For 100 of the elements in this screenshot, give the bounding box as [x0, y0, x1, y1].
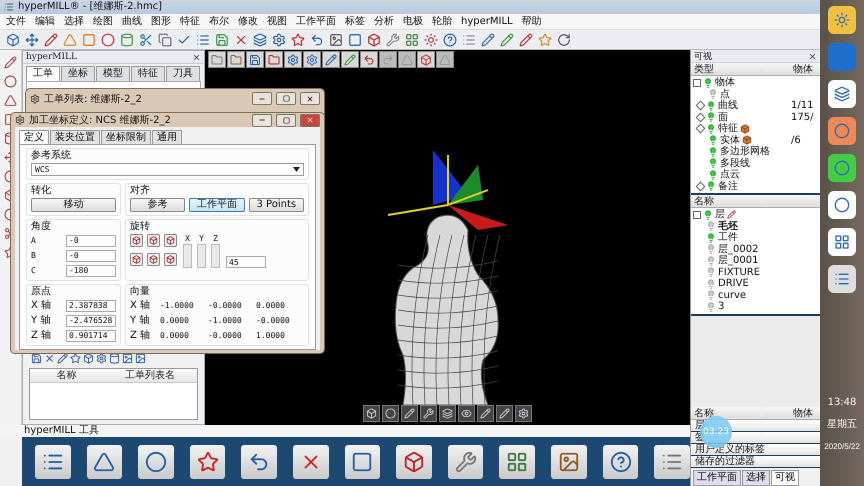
dialog-tab[interactable]: 通用 [152, 130, 182, 144]
save-icon[interactable] [31, 352, 42, 364]
lightbulb-icon[interactable] [706, 100, 716, 111]
panel-tab[interactable]: 特征 [131, 66, 165, 81]
move-button[interactable]: 移动 [31, 198, 116, 212]
cube-icon[interactable] [6, 32, 20, 46]
column-header[interactable]: 工单列表名 [102, 369, 197, 383]
pencil-icon[interactable] [4, 56, 17, 69]
tool-button[interactable] [190, 444, 226, 478]
menu-item[interactable]: 选择 [64, 14, 84, 28]
copy-icon[interactable] [158, 32, 172, 46]
taskbar-app-button[interactable] [828, 154, 856, 182]
lightbulb-icon[interactable] [708, 89, 718, 100]
list-icon[interactable] [196, 32, 210, 46]
dialog-tab[interactable]: 定义 [19, 130, 49, 144]
cube-icon[interactable] [83, 352, 94, 364]
toolbar-button[interactable] [322, 51, 340, 68]
tool-button[interactable] [241, 444, 278, 478]
square-icon[interactable] [82, 32, 96, 46]
minimize-button[interactable] [252, 114, 272, 126]
rotate-cube-button[interactable] [147, 253, 160, 266]
rotate-cube-button[interactable] [130, 253, 143, 266]
column-header[interactable]: 类型 [691, 63, 790, 76]
toolbar-button[interactable] [208, 51, 226, 68]
star-icon[interactable] [538, 32, 552, 46]
minimize-button[interactable] [252, 92, 272, 105]
circle-icon[interactable] [4, 75, 17, 88]
circle-icon[interactable] [101, 32, 115, 46]
panel-tab[interactable]: 工作平面 [693, 470, 741, 486]
lightbulb-icon[interactable] [706, 278, 716, 289]
toolbar-button[interactable] [360, 51, 378, 68]
tree-item[interactable]: 用户定义的标签 [695, 444, 765, 455]
lightbulb-icon[interactable] [708, 135, 718, 146]
view-button[interactable] [363, 405, 380, 422]
panel-tab[interactable]: 模型 [96, 66, 130, 81]
maximize-button[interactable] [276, 92, 296, 105]
cylinder-icon[interactable] [120, 32, 134, 46]
maximize-button[interactable] [276, 114, 296, 126]
menu-item[interactable]: 图形 [151, 14, 171, 28]
menu-item[interactable]: 工作平面 [296, 14, 336, 28]
view-button[interactable] [515, 405, 532, 422]
view-button[interactable] [382, 405, 399, 422]
tree-item[interactable]: 点 [720, 88, 730, 100]
expand-icon[interactable] [696, 124, 706, 134]
move-icon[interactable] [25, 32, 39, 46]
tool-button[interactable] [551, 444, 587, 478]
lightbulb-icon[interactable] [706, 181, 716, 192]
view-button[interactable] [439, 405, 456, 422]
sun-icon[interactable] [424, 32, 438, 46]
pencil-icon[interactable] [57, 352, 68, 364]
tree-item[interactable]: 毛坯 [718, 220, 738, 232]
collapse-icon[interactable] [693, 210, 701, 219]
menu-item[interactable]: 标签 [345, 14, 365, 28]
dialog-tab[interactable]: 坐标限制 [101, 130, 151, 144]
view-button[interactable] [458, 405, 475, 422]
tree-item[interactable]: 曲线 [718, 100, 738, 112]
lightbulb-icon[interactable] [706, 221, 716, 232]
close-icon[interactable] [192, 52, 201, 62]
tool-button[interactable] [344, 444, 380, 478]
star-icon[interactable] [70, 352, 81, 364]
layers-icon[interactable] [253, 32, 267, 46]
menu-item[interactable]: 文件 [6, 14, 26, 28]
menu-item[interactable]: 修改 [238, 14, 258, 28]
tree-item[interactable]: 层_0001 [718, 255, 758, 266]
image-icon[interactable] [329, 32, 343, 46]
tree-item[interactable]: DRIVE [718, 278, 749, 290]
toolbar-button[interactable] [284, 51, 302, 68]
origin-field[interactable]: -2.476528 [66, 314, 116, 326]
collapse-icon[interactable] [693, 78, 701, 87]
column-header[interactable]: 名称 [691, 407, 790, 420]
menu-item[interactable]: 布尔 [209, 14, 229, 28]
taskbar-app-button[interactable] [828, 191, 856, 219]
reference-dropdown[interactable]: WCS [31, 163, 304, 176]
toolbar-button[interactable] [303, 51, 321, 68]
origin-field[interactable]: 2.387838 [66, 300, 116, 312]
tool-button[interactable] [293, 444, 329, 478]
rotate-cube-button[interactable] [164, 253, 177, 266]
tree-item[interactable]: 层_0002 [718, 244, 758, 255]
cube-icon[interactable] [367, 32, 381, 46]
tree-item[interactable]: 面 [718, 112, 728, 123]
menu-item[interactable]: 分析 [374, 14, 394, 28]
taskbar-app-button[interactable] [828, 6, 856, 34]
star-icon[interactable] [291, 32, 305, 46]
lightbulb-icon[interactable] [703, 78, 713, 88]
tree-item[interactable]: 工件 [718, 232, 738, 244]
rotate-cube-button[interactable] [130, 234, 143, 247]
tool-button[interactable] [86, 444, 122, 478]
panel-tab[interactable]: 工单 [26, 66, 60, 81]
tree-item[interactable]: 储存的过滤器 [695, 456, 755, 467]
pencil-icon[interactable] [727, 210, 736, 220]
column-header[interactable]: 物体 [790, 407, 820, 420]
lightbulb-icon[interactable] [708, 146, 718, 157]
panel-tab[interactable]: 可视 [771, 470, 799, 486]
scissors-icon[interactable] [139, 32, 153, 46]
menu-item[interactable]: 帮助 [522, 14, 542, 28]
dropdown-arrow-icon[interactable] [293, 167, 300, 172]
lightbulb-icon[interactable] [706, 124, 716, 134]
view-button[interactable] [496, 405, 513, 422]
panel-tab[interactable]: 坐标 [61, 66, 95, 81]
tool-button[interactable] [35, 444, 71, 478]
